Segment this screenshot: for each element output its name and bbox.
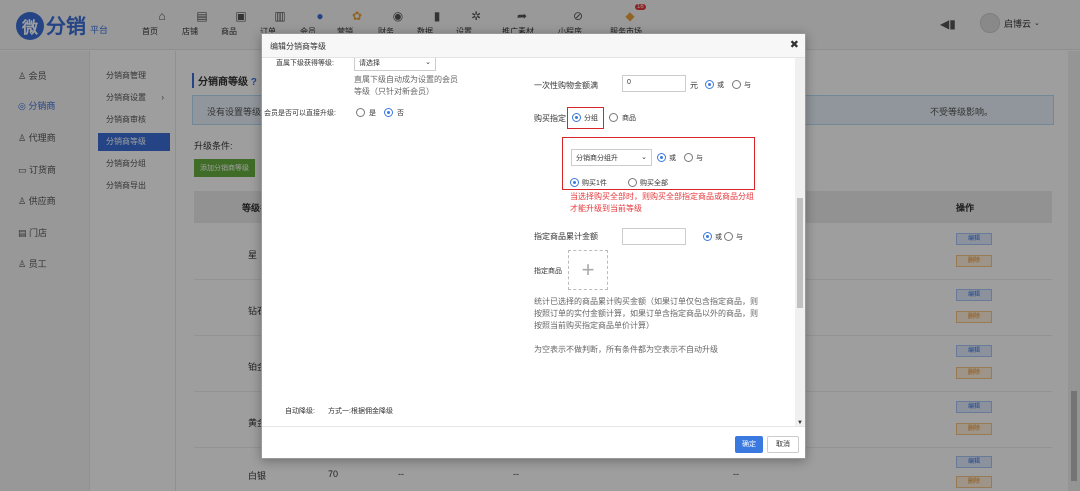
direct-sub-level-help: 直属下级自动成为设置的会员 等级（只针对新会员）	[354, 75, 458, 96]
empty-help: 为空表示不做判断，所有条件都为空表示不自动升级	[534, 345, 718, 354]
once-amount-input[interactable]: 0	[622, 75, 686, 92]
dialog-scrollbar[interactable]: ▼	[795, 58, 805, 426]
group-and-label: 与	[696, 155, 703, 162]
once-and-label: 与	[744, 82, 751, 89]
buy-one-radio[interactable]	[570, 178, 579, 187]
add-goods-plus-icon[interactable]: +	[568, 250, 608, 290]
chevron-down-icon: ⌄	[641, 154, 647, 161]
once-or-radio[interactable]	[705, 80, 714, 89]
buy-goods-label: 商品	[622, 115, 636, 122]
group-select[interactable]: 分销商分组升 ⌄	[571, 149, 652, 166]
dialog-scroll-thumb[interactable]	[797, 198, 803, 308]
buy-specified-label: 购买指定	[534, 114, 566, 123]
buy-group-radio[interactable]	[572, 113, 581, 122]
once-and-radio[interactable]	[732, 80, 741, 89]
amount-and-label: 与	[736, 234, 743, 241]
auto-downgrade-label: 自动降级:	[285, 408, 315, 415]
once-or-label: 或	[717, 82, 724, 89]
member-upgrade-yes-label: 是	[369, 110, 376, 117]
specified-amount-label: 指定商品累计金额	[534, 232, 598, 241]
dialog-title: 编辑分销商等级 ✖	[262, 34, 805, 58]
stat-help: 统计已选择的商品累计购买金额（如果订单仅包含指定商品，则 按照订单的实付金额计算…	[534, 297, 758, 330]
confirm-button[interactable]: 确定	[735, 436, 763, 453]
chevron-down-icon: ⌄	[425, 59, 431, 66]
group-or-label: 或	[669, 155, 676, 162]
dialog-footer: 确定 取消	[262, 426, 805, 458]
buy-all-label: 购买全部	[640, 180, 668, 187]
buy-all-radio[interactable]	[628, 178, 637, 187]
direct-sub-level-select[interactable]: 请选择 ⌄	[354, 58, 436, 71]
member-upgrade-no-radio[interactable]	[384, 108, 393, 117]
buy-one-label: 购买1件	[582, 180, 607, 187]
buy-group-label: 分组	[584, 115, 598, 122]
member-upgrade-yes-radio[interactable]	[356, 108, 365, 117]
group-and-radio[interactable]	[684, 153, 693, 162]
once-amount-unit: 元	[690, 81, 698, 90]
direct-sub-level-label: 直属下级获得等级:	[276, 60, 334, 67]
dialog-body: 直属下级获得等级: 请选择 ⌄ 直属下级自动成为设置的会员 等级（只针对新会员） …	[262, 58, 797, 426]
group-or-radio[interactable]	[657, 153, 666, 162]
once-amount-label: 一次性购物金额满	[534, 81, 598, 90]
buy-all-warning: 当选择购买全部时，则购买全部指定商品或商品分组 才能升级到当前等级	[570, 192, 754, 213]
amount-or-label: 或	[715, 234, 722, 241]
buy-goods-radio[interactable]	[609, 113, 618, 122]
cancel-button[interactable]: 取消	[767, 436, 799, 453]
specified-goods-label: 指定商品	[534, 268, 562, 275]
auto-downgrade-value: 方式一:根据佣金降级	[328, 408, 393, 415]
member-upgrade-label: 会员是否可以直接升级:	[264, 110, 336, 117]
amount-or-radio[interactable]	[703, 232, 712, 241]
close-icon[interactable]: ✖	[790, 38, 799, 51]
specified-amount-input[interactable]	[622, 228, 686, 245]
amount-and-radio[interactable]	[724, 232, 733, 241]
edit-level-dialog: 编辑分销商等级 ✖ 直属下级获得等级: 请选择 ⌄ 直属下级自动成为设置的会员 等…	[261, 33, 806, 459]
member-upgrade-no-label: 否	[397, 110, 404, 117]
